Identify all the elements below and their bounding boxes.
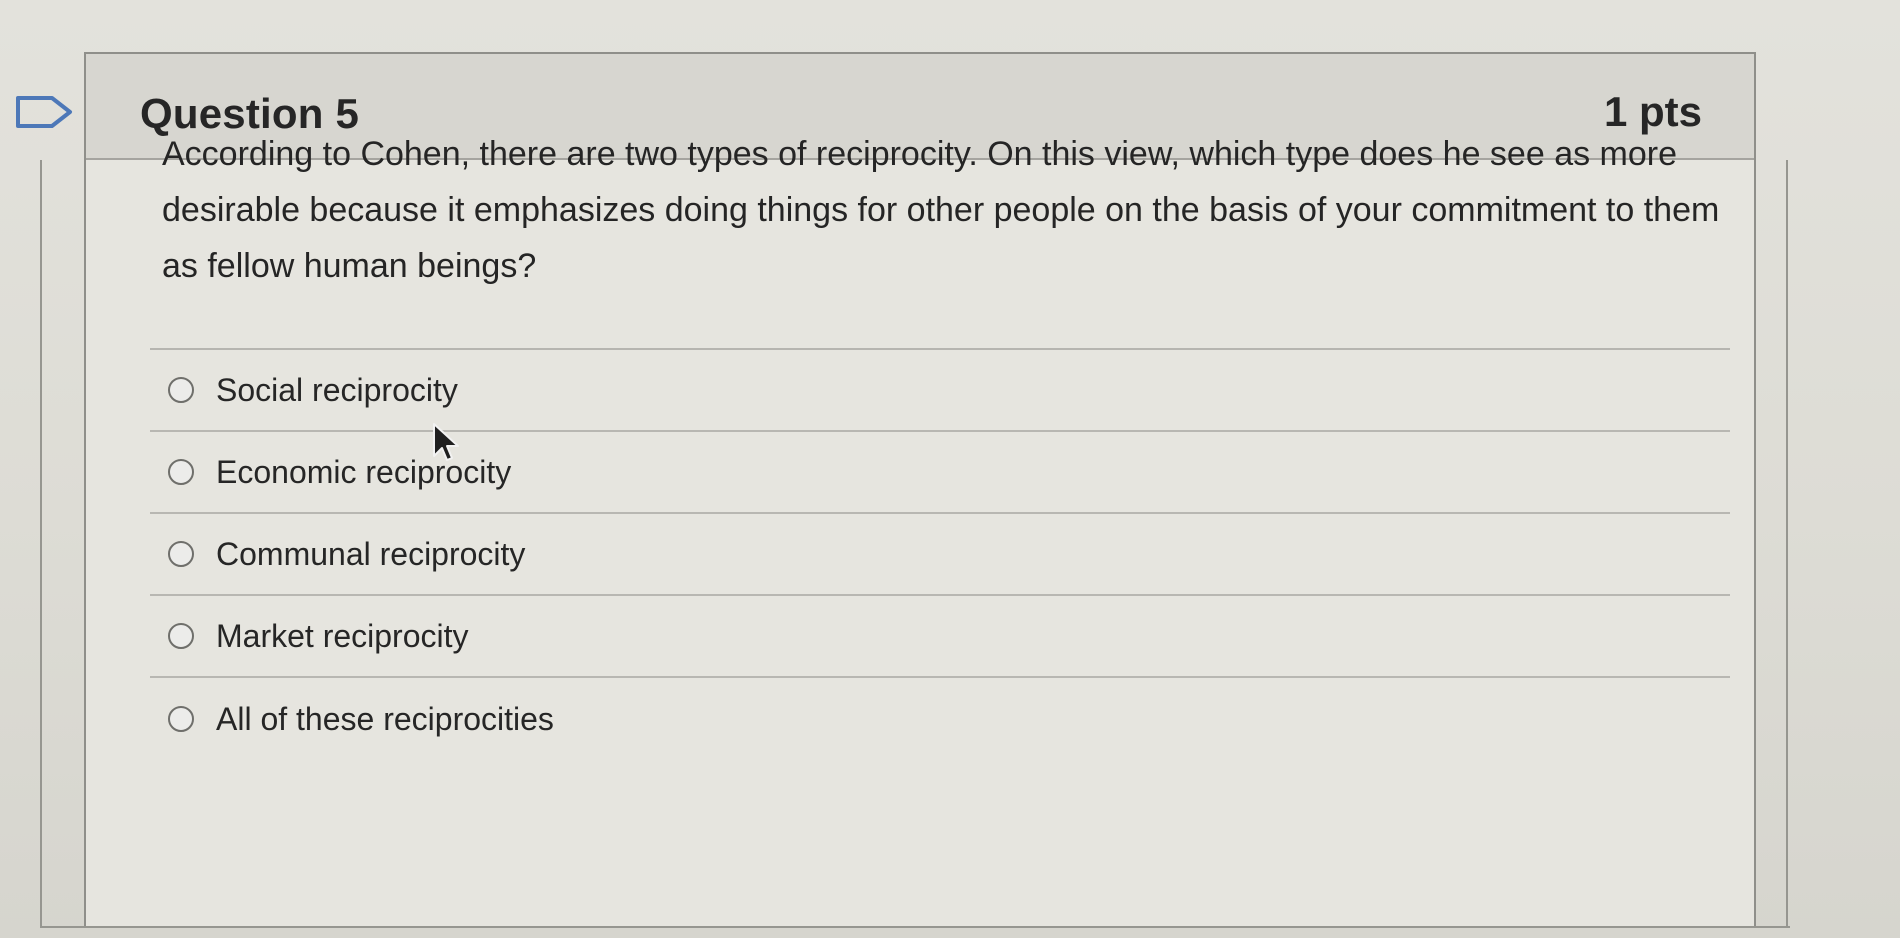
radio-button-icon[interactable]	[168, 541, 194, 567]
radio-button-icon[interactable]	[168, 706, 194, 732]
answer-option-communal-reciprocity[interactable]: Communal reciprocity	[150, 514, 1730, 596]
radio-button-icon[interactable]	[168, 459, 194, 485]
question-prompt: According to Cohen, there are two types …	[162, 135, 1720, 285]
cursor-icon	[433, 423, 459, 461]
answer-label: Communal reciprocity	[216, 535, 526, 572]
answer-option-social-reciprocity[interactable]: Social reciprocity	[150, 350, 1730, 432]
question-card: Question 5 1 pts According to Cohen, the…	[84, 52, 1756, 928]
radio-button-icon[interactable]	[168, 377, 194, 403]
flag-question-icon[interactable]	[14, 94, 74, 130]
answer-label: Market reciprocity	[216, 617, 469, 654]
question-frame-left-edge	[40, 160, 42, 928]
question-frame-bottom-edge	[40, 926, 1790, 928]
answer-option-all-reciprocities[interactable]: All of these reciprocities	[150, 678, 1730, 760]
answer-label: All of these reciprocities	[216, 700, 554, 737]
answer-option-market-reciprocity[interactable]: Market reciprocity	[150, 596, 1730, 678]
radio-button-icon[interactable]	[168, 623, 194, 649]
answer-label: Social reciprocity	[216, 371, 458, 408]
question-frame-right-edge	[1786, 160, 1788, 928]
answer-list: Social reciprocity Economic reciprocity …	[150, 348, 1730, 760]
answer-option-economic-reciprocity[interactable]: Economic reciprocity	[150, 432, 1730, 514]
answer-label: Economic reciprocity	[216, 453, 512, 490]
